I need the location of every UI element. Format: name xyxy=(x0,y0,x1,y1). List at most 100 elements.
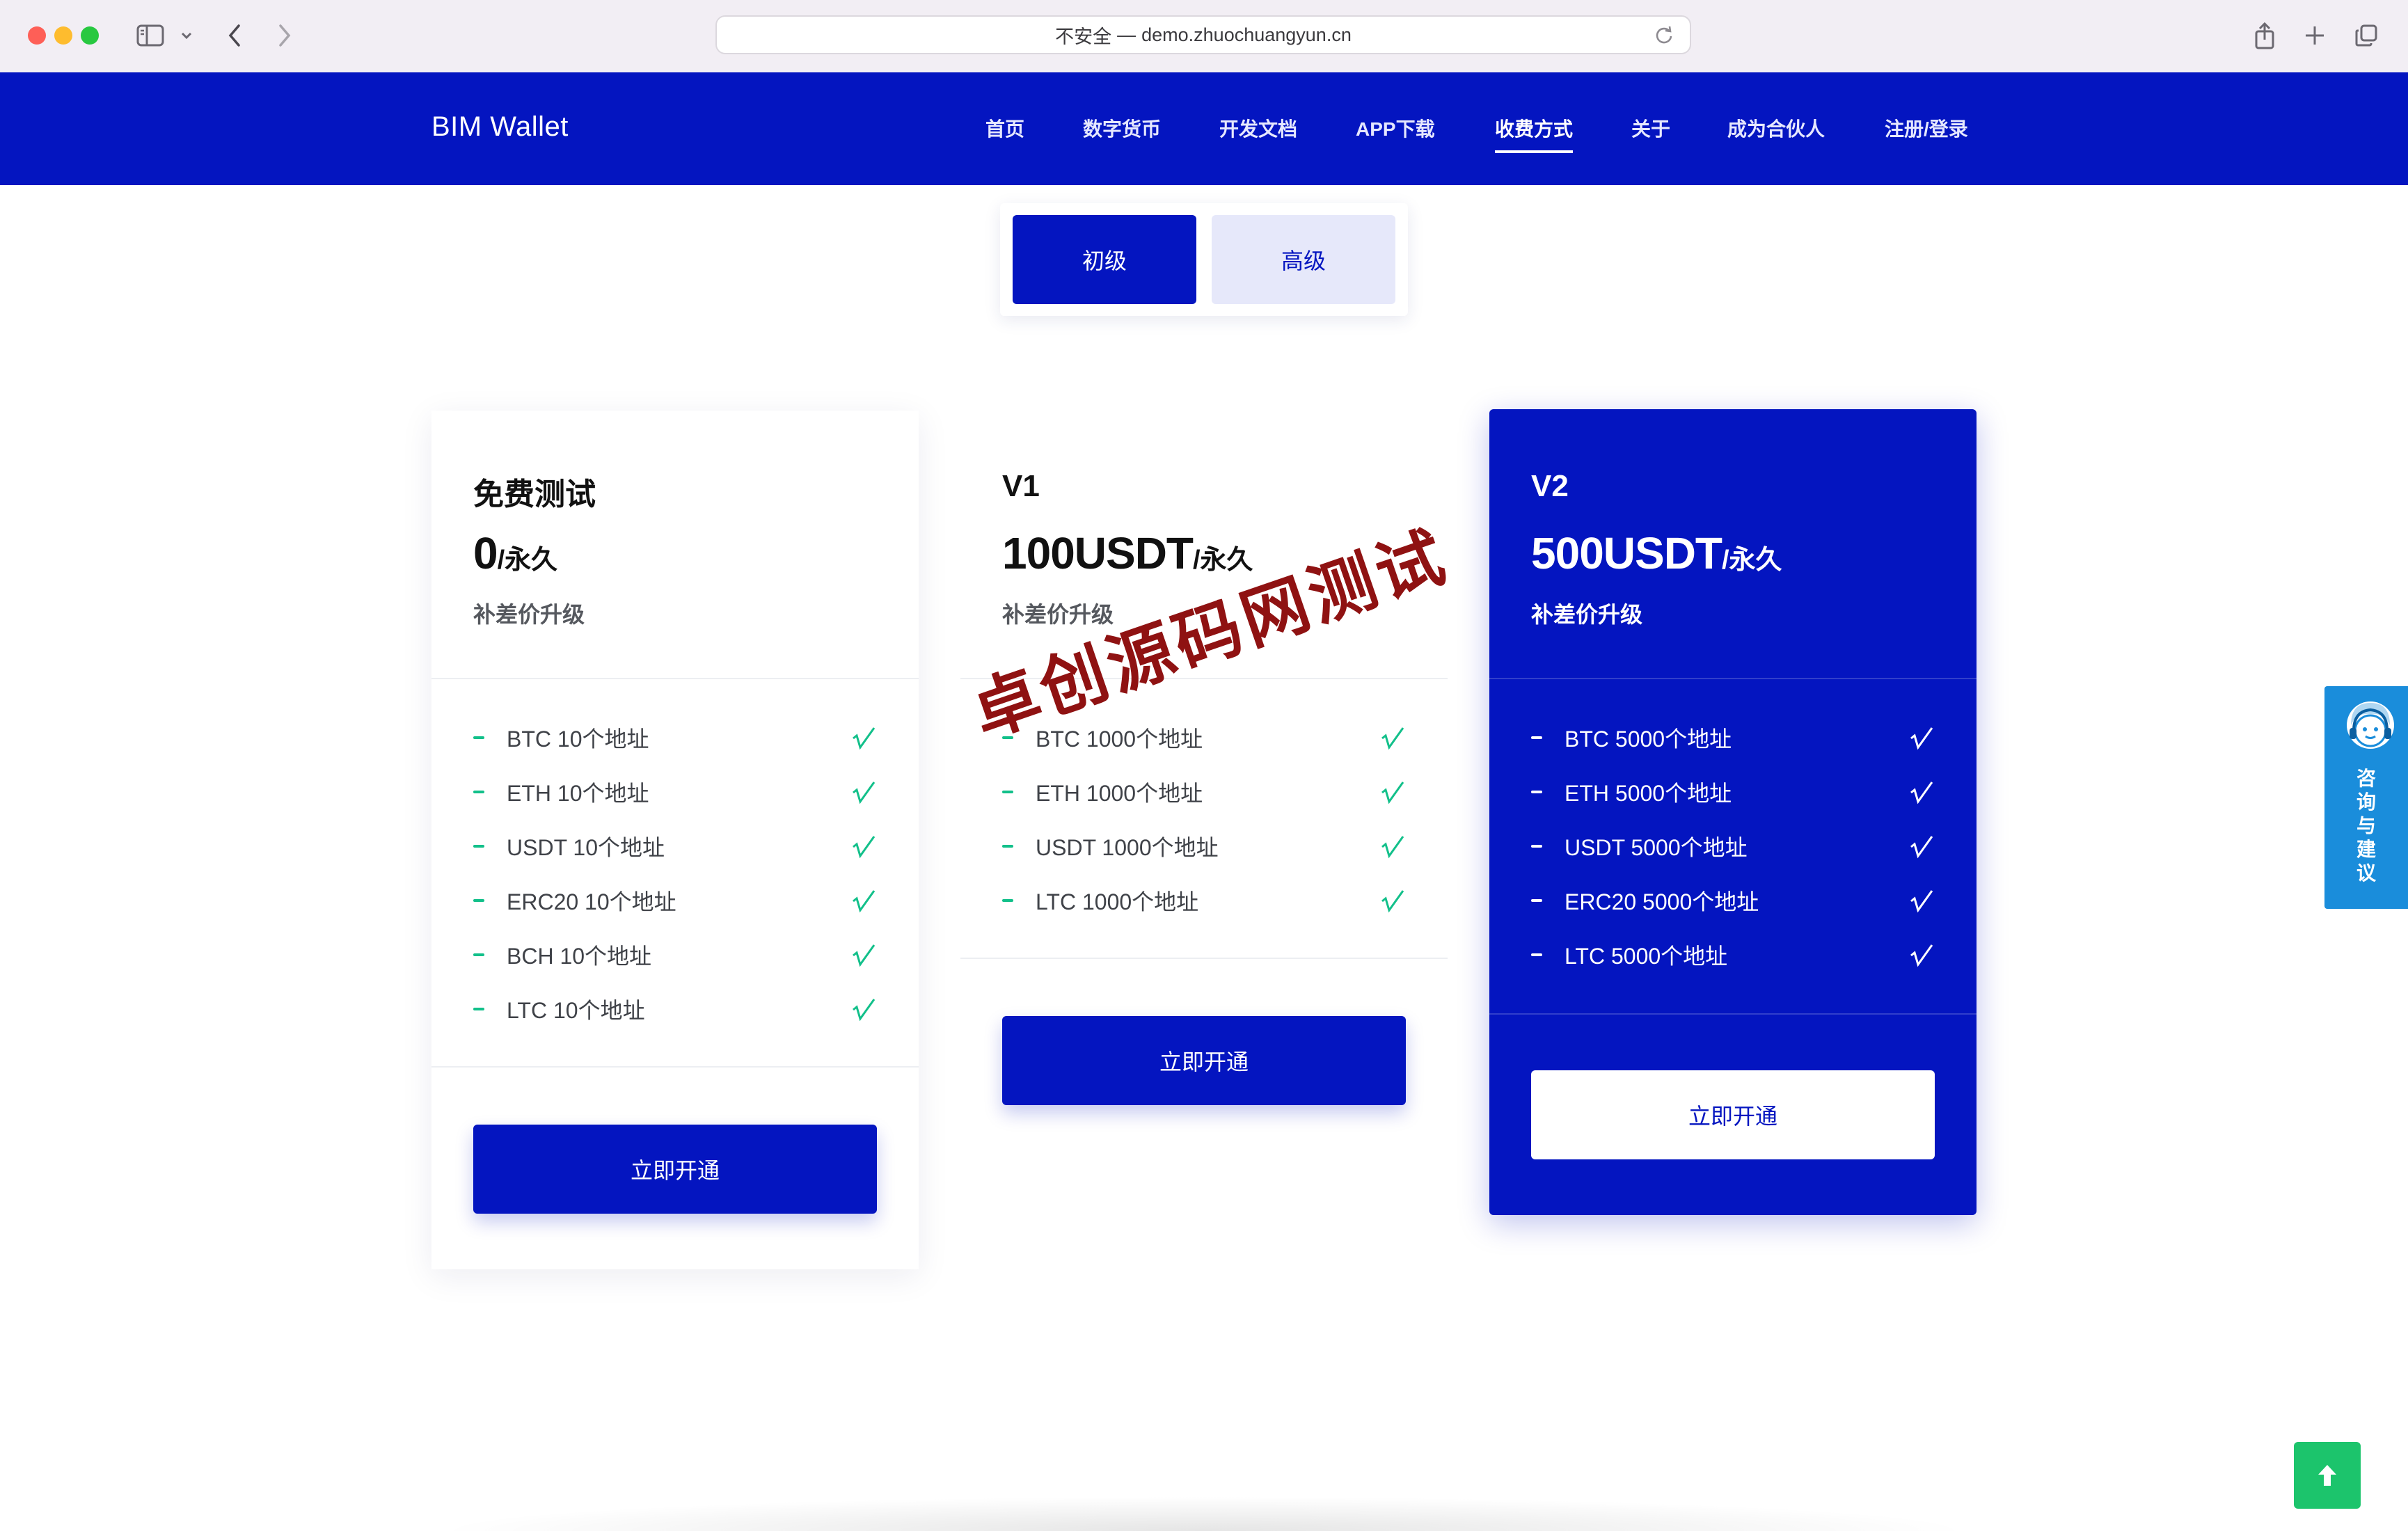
plan-subtitle: 补差价升级 xyxy=(1002,602,1114,627)
feature-item: BCH 10个地址 xyxy=(473,934,877,976)
plan-title: 免费测试 xyxy=(473,477,596,511)
tab-advanced[interactable]: 高级 xyxy=(1212,215,1395,304)
feature-label: USDT 1000个地址 xyxy=(1036,835,1219,860)
nav-register-login[interactable]: 注册/登录 xyxy=(1885,114,1968,142)
plan-card-free: 免费测试 0/永久 补差价升级 BTC 10个地址 ETH 10个地址 USDT… xyxy=(431,411,919,1269)
dash-icon xyxy=(1531,899,1542,902)
feature-label: USDT 10个地址 xyxy=(507,835,665,860)
address-bar[interactable]: 不安全 — demo.zhuochuangyun.cn xyxy=(715,15,1691,54)
check-icon xyxy=(1910,836,1933,859)
dash-icon xyxy=(1002,899,1013,902)
plan-subtitle: 补差价升级 xyxy=(473,602,585,627)
check-icon xyxy=(853,782,876,804)
check-icon xyxy=(1381,836,1404,859)
url-security-label: 不安全 xyxy=(1055,26,1112,47)
nav-app-download[interactable]: APP下载 xyxy=(1356,114,1435,142)
feature-item: LTC 5000个地址 xyxy=(1531,934,1935,976)
feature-item: LTC 1000个地址 xyxy=(1002,880,1406,921)
feature-item: BTC 10个地址 xyxy=(473,717,877,759)
check-icon xyxy=(1381,890,1404,913)
share-icon[interactable] xyxy=(2251,18,2279,53)
feature-item: BTC 1000个地址 xyxy=(1002,717,1406,759)
plan-card-v2: V2 500USDT/永久 补差价升级 BTC 5000个地址 ETH 5000… xyxy=(1489,409,1977,1215)
reload-icon[interactable] xyxy=(1654,25,1674,51)
check-icon xyxy=(1381,727,1404,750)
check-icon xyxy=(853,890,876,913)
price-unit: /永久 xyxy=(497,546,558,575)
nav-pricing[interactable]: 收费方式 xyxy=(1495,114,1574,153)
dash-icon xyxy=(1002,736,1013,739)
support-agent-icon xyxy=(2347,701,2394,749)
plan-price: 0/永久 xyxy=(473,527,557,579)
minimize-window-button[interactable] xyxy=(54,26,72,45)
chevron-down-icon[interactable] xyxy=(178,18,195,53)
activate-button[interactable]: 立即开通 xyxy=(1002,1016,1406,1105)
feature-label: BCH 10个地址 xyxy=(507,944,652,969)
consult-label: 咨询与建议 xyxy=(2324,767,2408,885)
divider xyxy=(431,1066,919,1068)
check-icon xyxy=(1910,782,1933,804)
divider xyxy=(960,678,1448,679)
back-to-top-button[interactable] xyxy=(2294,1442,2361,1509)
nav-home[interactable]: 首页 xyxy=(985,114,1024,142)
feature-label: ERC20 10个地址 xyxy=(507,889,676,914)
url-host: demo.zhuochuangyun.cn xyxy=(1141,24,1352,45)
price-unit: /永久 xyxy=(1722,546,1782,575)
arrow-up-icon xyxy=(2318,1465,2336,1486)
new-tab-icon[interactable] xyxy=(2301,18,2329,53)
dash-icon xyxy=(473,791,484,793)
feature-item: USDT 10个地址 xyxy=(473,825,877,867)
check-icon xyxy=(1910,727,1933,750)
activate-button[interactable]: 立即开通 xyxy=(473,1125,877,1214)
dash-icon xyxy=(473,899,484,902)
feature-label: ETH 1000个地址 xyxy=(1036,781,1203,806)
feature-item: BTC 5000个地址 xyxy=(1531,717,1935,759)
check-icon xyxy=(1910,944,1933,967)
plan-subtitle: 补差价升级 xyxy=(1531,602,1643,627)
nav-dev-docs[interactable]: 开发文档 xyxy=(1219,114,1297,142)
forward-icon[interactable] xyxy=(273,18,296,53)
tier-tabs: 初级 高级 xyxy=(1000,203,1408,316)
divider xyxy=(960,958,1448,959)
feature-label: BTC 10个地址 xyxy=(507,727,649,752)
zoom-window-button[interactable] xyxy=(81,26,99,45)
dash-icon xyxy=(1002,845,1013,848)
divider xyxy=(1489,1013,1977,1015)
feature-label: BTC 5000个地址 xyxy=(1565,727,1732,752)
divider xyxy=(1489,678,1977,679)
dash-icon xyxy=(473,953,484,956)
site-header: BIM Wallet 首页 数字货币 开发文档 APP下载 收费方式 关于 成为… xyxy=(0,72,2408,185)
check-icon xyxy=(1910,890,1933,913)
nav-digital-currency[interactable]: 数字货币 xyxy=(1083,114,1161,142)
feature-item: ETH 5000个地址 xyxy=(1531,771,1935,813)
nav-partner[interactable]: 成为合伙人 xyxy=(1727,114,1825,142)
check-icon xyxy=(853,727,876,750)
feature-item: ETH 10个地址 xyxy=(473,771,877,813)
nav-about[interactable]: 关于 xyxy=(1631,114,1670,142)
close-window-button[interactable] xyxy=(28,26,46,45)
brand-logo[interactable]: BIM Wallet xyxy=(431,111,569,143)
tab-basic[interactable]: 初级 xyxy=(1013,215,1196,304)
check-icon xyxy=(853,999,876,1022)
price-amount: 100USDT xyxy=(1002,528,1194,578)
sidebar-toggle-icon[interactable] xyxy=(134,18,167,53)
dash-icon xyxy=(1531,953,1542,956)
activate-button[interactable]: 立即开通 xyxy=(1531,1070,1935,1159)
consult-widget[interactable]: 咨询与建议 xyxy=(2324,686,2408,909)
footer-edge-shadow xyxy=(431,1496,1977,1531)
plan-price: 100USDT/永久 xyxy=(1002,527,1253,579)
dash-icon xyxy=(473,845,484,848)
price-amount: 0 xyxy=(473,528,498,578)
dash-icon xyxy=(1531,791,1542,793)
tab-overview-icon[interactable] xyxy=(2352,18,2380,53)
price-unit: /永久 xyxy=(1193,546,1253,575)
feature-label: ERC20 5000个地址 xyxy=(1565,889,1759,914)
dash-icon xyxy=(473,1008,484,1010)
feature-label: LTC 5000个地址 xyxy=(1565,944,1728,969)
check-icon xyxy=(1381,782,1404,804)
plan-card-v1: V1 100USDT/永久 补差价升级 BTC 1000个地址 ETH 1000… xyxy=(960,411,1448,1190)
feature-item: ERC20 5000个地址 xyxy=(1531,880,1935,921)
check-icon xyxy=(853,836,876,859)
feature-item: USDT 5000个地址 xyxy=(1531,825,1935,867)
back-icon[interactable] xyxy=(223,18,246,53)
